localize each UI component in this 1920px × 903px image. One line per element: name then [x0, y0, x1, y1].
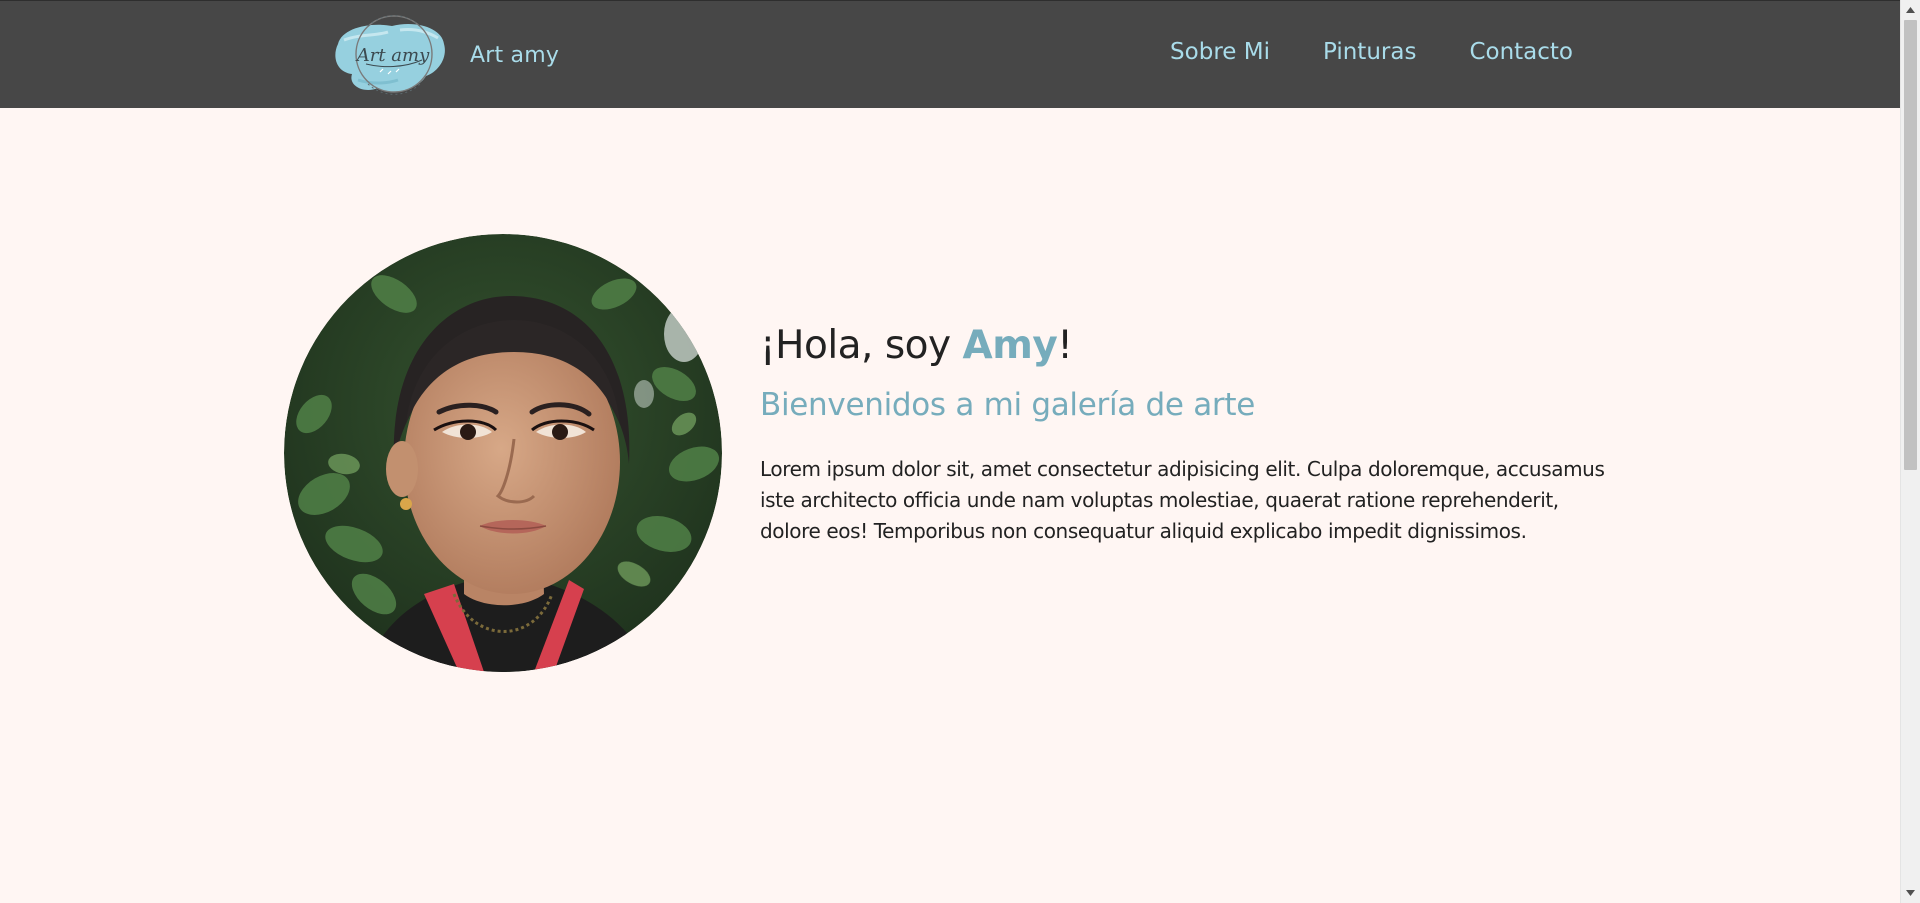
scrollbar-thumb[interactable] — [1904, 20, 1917, 470]
greeting-heading: ¡Hola, soy Amy! — [760, 323, 1620, 369]
scroll-up-arrow-icon[interactable] — [1901, 2, 1920, 18]
site-header: Art amy Art amy Sobre Mi Pinturas Contac… — [0, 0, 1900, 108]
logo-icon: Art amy — [335, 15, 445, 95]
nav-link-pinturas[interactable]: Pinturas — [1323, 39, 1416, 65]
nav-link-contacto[interactable]: Contacto — [1469, 39, 1573, 65]
intro-block: ¡Hola, soy Amy! Bienvenidos a mi galería… — [760, 323, 1620, 547]
greeting-prefix: ¡Hola, soy — [760, 323, 963, 368]
brand-name: Art amy — [470, 42, 560, 68]
welcome-subtitle: Bienvenidos a mi galería de arte — [760, 387, 1255, 423]
greeting-name: Amy — [962, 323, 1058, 368]
scroll-down-arrow-icon[interactable] — [1901, 885, 1920, 901]
logo-signature: Art amy — [355, 45, 430, 66]
main-nav: Sobre Mi Pinturas Contacto — [1170, 39, 1573, 65]
greeting-suffix: ! — [1057, 323, 1073, 368]
page: Art amy Art amy Sobre Mi Pinturas Contac… — [0, 0, 1920, 903]
bio-paragraph: Lorem ipsum dolor sit, amet consectetur … — [760, 457, 1605, 543]
brand-link[interactable]: Art amy Art amy — [330, 14, 559, 96]
profile-photo — [284, 234, 722, 672]
nav-link-sobre-mi[interactable]: Sobre Mi — [1170, 39, 1270, 65]
vertical-scrollbar[interactable] — [1900, 0, 1920, 903]
